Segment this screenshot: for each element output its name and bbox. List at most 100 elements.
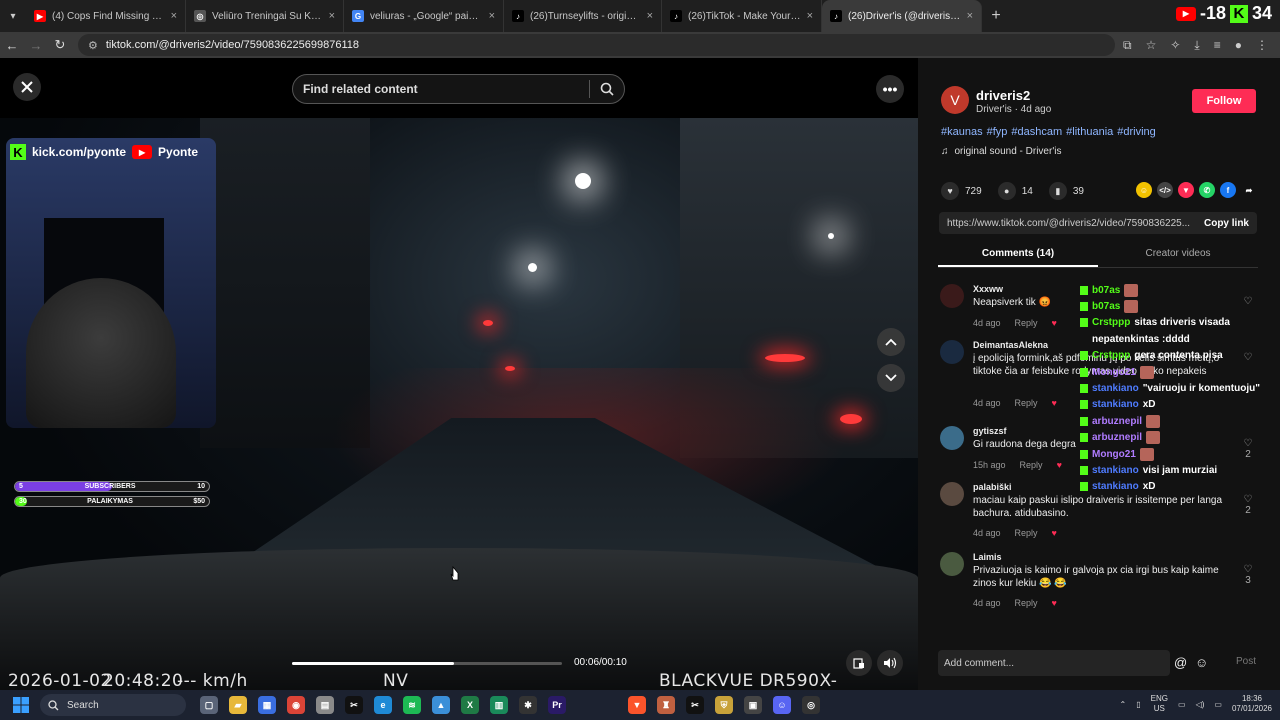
copy-link-button[interactable]: Copy link [1204, 218, 1249, 229]
discord-icon[interactable]: ☺ [773, 696, 791, 714]
tab-close-icon[interactable]: × [489, 10, 495, 22]
save-button[interactable]: ▮ 39 [1048, 182, 1084, 200]
excel-icon[interactable]: X [461, 696, 479, 714]
back-icon[interactable]: ← [0, 38, 24, 53]
facebook-icon[interactable]: f [1220, 182, 1236, 198]
game-icon[interactable]: ♜ [657, 696, 675, 714]
add-comment-input[interactable] [938, 650, 1170, 676]
hashtag-link[interactable]: #lithuania [1066, 126, 1113, 138]
whatsapp-icon[interactable]: ✆ [1199, 182, 1215, 198]
comment-like[interactable]: ♡ 3 [1240, 564, 1256, 586]
next-video-button[interactable] [877, 364, 905, 392]
commenter-avatar[interactable] [940, 482, 964, 506]
hashtag-link[interactable]: #fyp [987, 126, 1008, 138]
hashtag-link[interactable]: #dashcam [1011, 126, 1062, 138]
davinci-icon[interactable]: ✱ [519, 696, 537, 714]
emoji-icon[interactable]: ☺ [1195, 655, 1208, 670]
reply-button[interactable]: Reply [1015, 598, 1038, 608]
photos-icon[interactable]: ▲ [432, 696, 450, 714]
commenter-avatar[interactable] [940, 340, 964, 364]
browser-menu-icon[interactable]: ⋮ [1256, 38, 1268, 53]
browser-tab[interactable]: ♪ (26)Driver'is (@driveris2) | Ti × [822, 0, 982, 32]
browser-tab[interactable]: ♪ (26)Turnseylifts - original sound × [504, 0, 662, 32]
mic-icon[interactable]: ▯ [1136, 700, 1140, 709]
author-handle[interactable]: driveris2 [976, 88, 1030, 103]
network-icon[interactable]: ▭ [1178, 700, 1186, 709]
extensions-icon[interactable]: ✧ [1170, 38, 1180, 53]
browser-tab[interactable]: ♪ (26)TikTok - Make Your Day × [662, 0, 822, 32]
clock[interactable]: 18:36 07/01/2026 [1232, 694, 1272, 714]
file-explorer-icon[interactable]: ▰ [229, 696, 247, 714]
close-button[interactable] [13, 73, 41, 101]
like-button[interactable]: ♥ 729 [941, 182, 982, 200]
new-tab-button[interactable]: + [982, 7, 1010, 25]
browser-tab[interactable]: Gveliuras - „Google“ paieška × [344, 0, 504, 32]
forward-icon[interactable]: → [24, 38, 48, 53]
reply-button[interactable]: Reply [1015, 398, 1038, 408]
reply-button[interactable]: Reply [1015, 318, 1038, 328]
download-icon[interactable]: ⤓ [1194, 38, 1199, 53]
send-icon[interactable]: ▼ [1178, 182, 1194, 198]
tab-close-icon[interactable]: × [807, 10, 813, 22]
browser-tab[interactable]: ▶ (4) Cops Find Missing Teen's Bo × [26, 0, 186, 32]
comment-like[interactable]: ♡ 2 [1240, 494, 1256, 516]
bookmark-star-icon[interactable]: ☆ [1146, 38, 1157, 53]
profile-avatar[interactable]: ● [1235, 38, 1242, 53]
volume-button[interactable] [877, 650, 903, 676]
sound-row[interactable]: ♫ original sound - Driver'is [941, 146, 1061, 157]
follow-button[interactable]: Follow [1192, 89, 1256, 113]
embed-icon[interactable]: </> [1157, 182, 1173, 198]
tab-comments[interactable]: Comments (14) [938, 246, 1098, 267]
mention-icon[interactable]: @ [1174, 655, 1187, 670]
language-indicator[interactable]: ENG US [1151, 694, 1168, 714]
tab-close-icon[interactable]: × [647, 10, 653, 22]
sheets-icon[interactable]: ▥ [490, 696, 508, 714]
post-button[interactable]: Post [1236, 656, 1256, 667]
commenter-avatar[interactable] [940, 284, 964, 308]
search-icon[interactable] [590, 82, 624, 96]
commenter-name[interactable]: DeimantasAlekna [973, 340, 1048, 350]
reply-button[interactable]: Reply [1020, 460, 1043, 470]
related-search-input[interactable] [293, 82, 589, 96]
capcut-icon[interactable]: ✂ [345, 696, 363, 714]
commenter-name[interactable]: Laimis [973, 552, 1002, 562]
edge-icon[interactable]: e [374, 696, 392, 714]
taskbar-search[interactable]: Search [40, 694, 186, 716]
author-avatar[interactable]: V [941, 86, 969, 114]
tab-close-icon[interactable]: × [329, 10, 335, 22]
app-icon[interactable]: ▣ [744, 696, 762, 714]
install-app-icon[interactable]: ⧉ [1123, 38, 1132, 53]
emoji-share-icon[interactable]: ☺ [1136, 182, 1152, 198]
commenter-name[interactable]: Xxxww [973, 284, 1003, 294]
pip-button[interactable] [846, 650, 872, 676]
media-control-icon[interactable]: ≡ [1214, 38, 1221, 53]
task-view-icon[interactable]: ▢ [200, 696, 218, 714]
speaker-icon[interactable]: ◁) [1196, 700, 1205, 709]
store-icon[interactable]: ▦ [258, 696, 276, 714]
url-bar[interactable]: ⚙ tiktok.com/@driveris2/video/7590836225… [78, 34, 1116, 56]
commenter-name[interactable]: palabiški [973, 482, 1012, 492]
reload-icon[interactable]: ↻ [48, 37, 72, 53]
comment-button[interactable]: ● 14 [997, 182, 1033, 200]
obs-icon[interactable]: ◎ [802, 696, 820, 714]
progress-bar[interactable] [292, 662, 562, 665]
premiere-icon[interactable]: Pr [548, 696, 566, 714]
tab-close-icon[interactable]: × [171, 10, 177, 22]
tab-creator-videos[interactable]: Creator videos [1098, 246, 1258, 267]
site-info-icon[interactable]: ⚙ [88, 39, 98, 52]
chrome-icon[interactable]: ◉ [287, 696, 305, 714]
commenter-avatar[interactable] [940, 552, 964, 576]
commenter-avatar[interactable] [940, 426, 964, 450]
share-arrow-icon[interactable]: ➦ [1241, 182, 1257, 198]
more-options-icon[interactable]: ••• [876, 75, 904, 103]
notepad-icon[interactable]: ▤ [316, 696, 334, 714]
hashtag-link[interactable]: #driving [1117, 126, 1156, 138]
brave-icon[interactable]: ▼ [628, 696, 646, 714]
spotify-icon[interactable]: ≋ [403, 696, 421, 714]
hashtag-link[interactable]: #kaunas [941, 126, 983, 138]
previous-video-button[interactable] [877, 328, 905, 356]
reply-button[interactable]: Reply [1015, 528, 1038, 538]
browser-tab[interactable]: ◎ Veliūro Treningai Su Kapišonu × [186, 0, 344, 32]
tab-close-icon[interactable]: × [967, 10, 973, 22]
tray-overflow-icon[interactable]: ⌃ [1120, 700, 1127, 709]
